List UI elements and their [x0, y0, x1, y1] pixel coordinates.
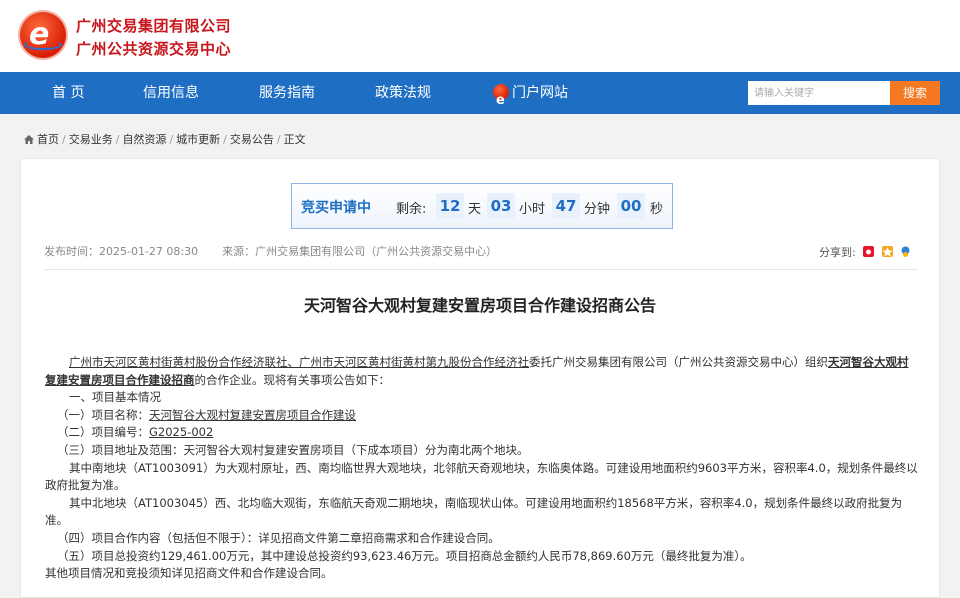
breadcrumb-current: 正文	[283, 133, 306, 146]
project-code-line: （二）项目编号：G2025-002	[45, 424, 918, 442]
south-plot-paragraph: 其中南地块（AT1003091）为大观村原址，西、南均临世界大观地块，北邻航天奇…	[45, 460, 918, 493]
nav-credit-info[interactable]: 信用信息	[143, 72, 199, 114]
days-unit: 天	[468, 202, 482, 217]
share-bar: 分享到:	[819, 244, 911, 260]
nav-home[interactable]: 首 页	[52, 72, 84, 114]
article-card: 竞买申请中 剩余: 12 天 03 小时 47 分钟 00 秒 发布时间：202…	[20, 158, 940, 598]
main-nav: 首 页 信用信息 服务指南 政策法规 门户网站 搜索	[0, 72, 960, 122]
north-plot-paragraph: 其中北地块（AT1003045）西、北均临大观街，东临航天奇观二期地块，南临现状…	[45, 495, 903, 528]
project-name-value: 天河智谷大观村复建安置房项目合作建设	[149, 407, 356, 422]
section-1-heading: 一、项目基本情况	[69, 390, 161, 405]
breadcrumb-natural-resources[interactable]: 自然资源	[122, 133, 166, 146]
nav-policy[interactable]: 政策法规	[375, 72, 431, 114]
bid-status: 竞买申请中	[301, 200, 371, 216]
article-title: 天河智谷大观村复建安置房项目合作建设招商公告	[303, 296, 656, 315]
nav-portal-label: 门户网站	[512, 85, 568, 101]
intro-tail: 的合作企业。现将有关事项公告如下：	[194, 372, 391, 387]
publish-time: 发布时间：2025-01-27 08:30	[44, 245, 199, 258]
article-source: 来源：广州交易集团有限公司（广州公共资源交易中心）	[222, 245, 498, 258]
project-name-line: （一）项目名称：天河智谷大观村复建安置房项目合作建设	[45, 407, 918, 425]
article-meta: 发布时间：2025-01-27 08:30 来源：广州交易集团有限公司（广州公共资…	[44, 243, 497, 259]
home-icon	[24, 135, 34, 144]
breadcrumb-home[interactable]: 首页	[37, 133, 59, 146]
investment-line: （五）项目总投资约129,461.00万元，其中建设总投资约93,623.46万…	[57, 548, 752, 563]
project-address-line: （三）项目地址及范围：天河智谷大观村复建安置房项目（下成本项目）分为南北两个地块…	[57, 442, 529, 457]
cooperation-content-line: （四）项目合作内容（包括但不限于）：详见招商文件第二章招商需求和合作建设合同。	[57, 530, 500, 545]
breadcrumb-announcements[interactable]: 交易公告	[230, 133, 274, 146]
intro-paragraph: 广州市天河区黄村街黄村股份合作经济联社、广州市天河区黄村街黄村第九股份合作经济社…	[45, 354, 918, 389]
minutes-value: 47	[552, 193, 580, 219]
search-input[interactable]	[748, 81, 890, 105]
countdown-box: 竞买申请中 剩余: 12 天 03 小时 47 分钟 00 秒	[291, 183, 673, 229]
site-logo[interactable]: e	[20, 12, 66, 58]
site-header: e 广州交易集团有限公司 广州公共资源交易中心	[0, 0, 960, 72]
remain-label: 剩余:	[396, 202, 427, 217]
nav-service-guide[interactable]: 服务指南	[259, 72, 315, 114]
seconds-value: 00	[617, 193, 645, 219]
share-wechat-icon[interactable]	[900, 246, 911, 257]
project-name-label: （一）项目名称：	[57, 407, 149, 422]
breadcrumb: 首页 / 交易业务 / 自然资源 / 城市更新 / 交易公告 / 正文	[24, 131, 306, 147]
article-body: 广州市天河区黄村街黄村股份合作经济联社、广州市天河区黄村街黄村第九股份合作经济社…	[45, 354, 918, 583]
other-info-line: 其他项目情况和竞投须知详见招商文件和合作建设合同。	[45, 566, 333, 581]
share-label: 分享到:	[819, 246, 856, 259]
share-weibo-icon[interactable]	[863, 246, 875, 257]
share-qzone-icon[interactable]	[881, 246, 893, 257]
hours-unit: 小时	[519, 202, 546, 217]
breadcrumb-urban-renewal[interactable]: 城市更新	[176, 133, 220, 146]
intro-entrust: 委托广州交易集团有限公司（广州公共资源交易中心）组织	[529, 355, 828, 369]
project-code-value: G2025-002	[149, 425, 214, 440]
org-name-2: 广州公共资源交易中心	[76, 40, 232, 58]
intro-parties: 广州市天河区黄村街黄村股份合作经济联社、广州市天河区黄村街黄村第九股份合作经济社	[69, 355, 529, 369]
search-button[interactable]: 搜索	[890, 81, 940, 105]
meta-divider	[44, 269, 918, 270]
breadcrumb-trading[interactable]: 交易业务	[69, 133, 113, 146]
hours-value: 03	[487, 193, 515, 219]
days-value: 12	[436, 193, 464, 219]
project-code-label: （二）项目编号：	[57, 425, 149, 440]
nav-portal[interactable]: 门户网站	[493, 72, 568, 122]
portal-logo-icon	[493, 80, 509, 122]
seconds-unit: 秒	[650, 202, 664, 217]
minutes-unit: 分钟	[584, 202, 611, 217]
org-name-1: 广州交易集团有限公司	[76, 17, 232, 35]
